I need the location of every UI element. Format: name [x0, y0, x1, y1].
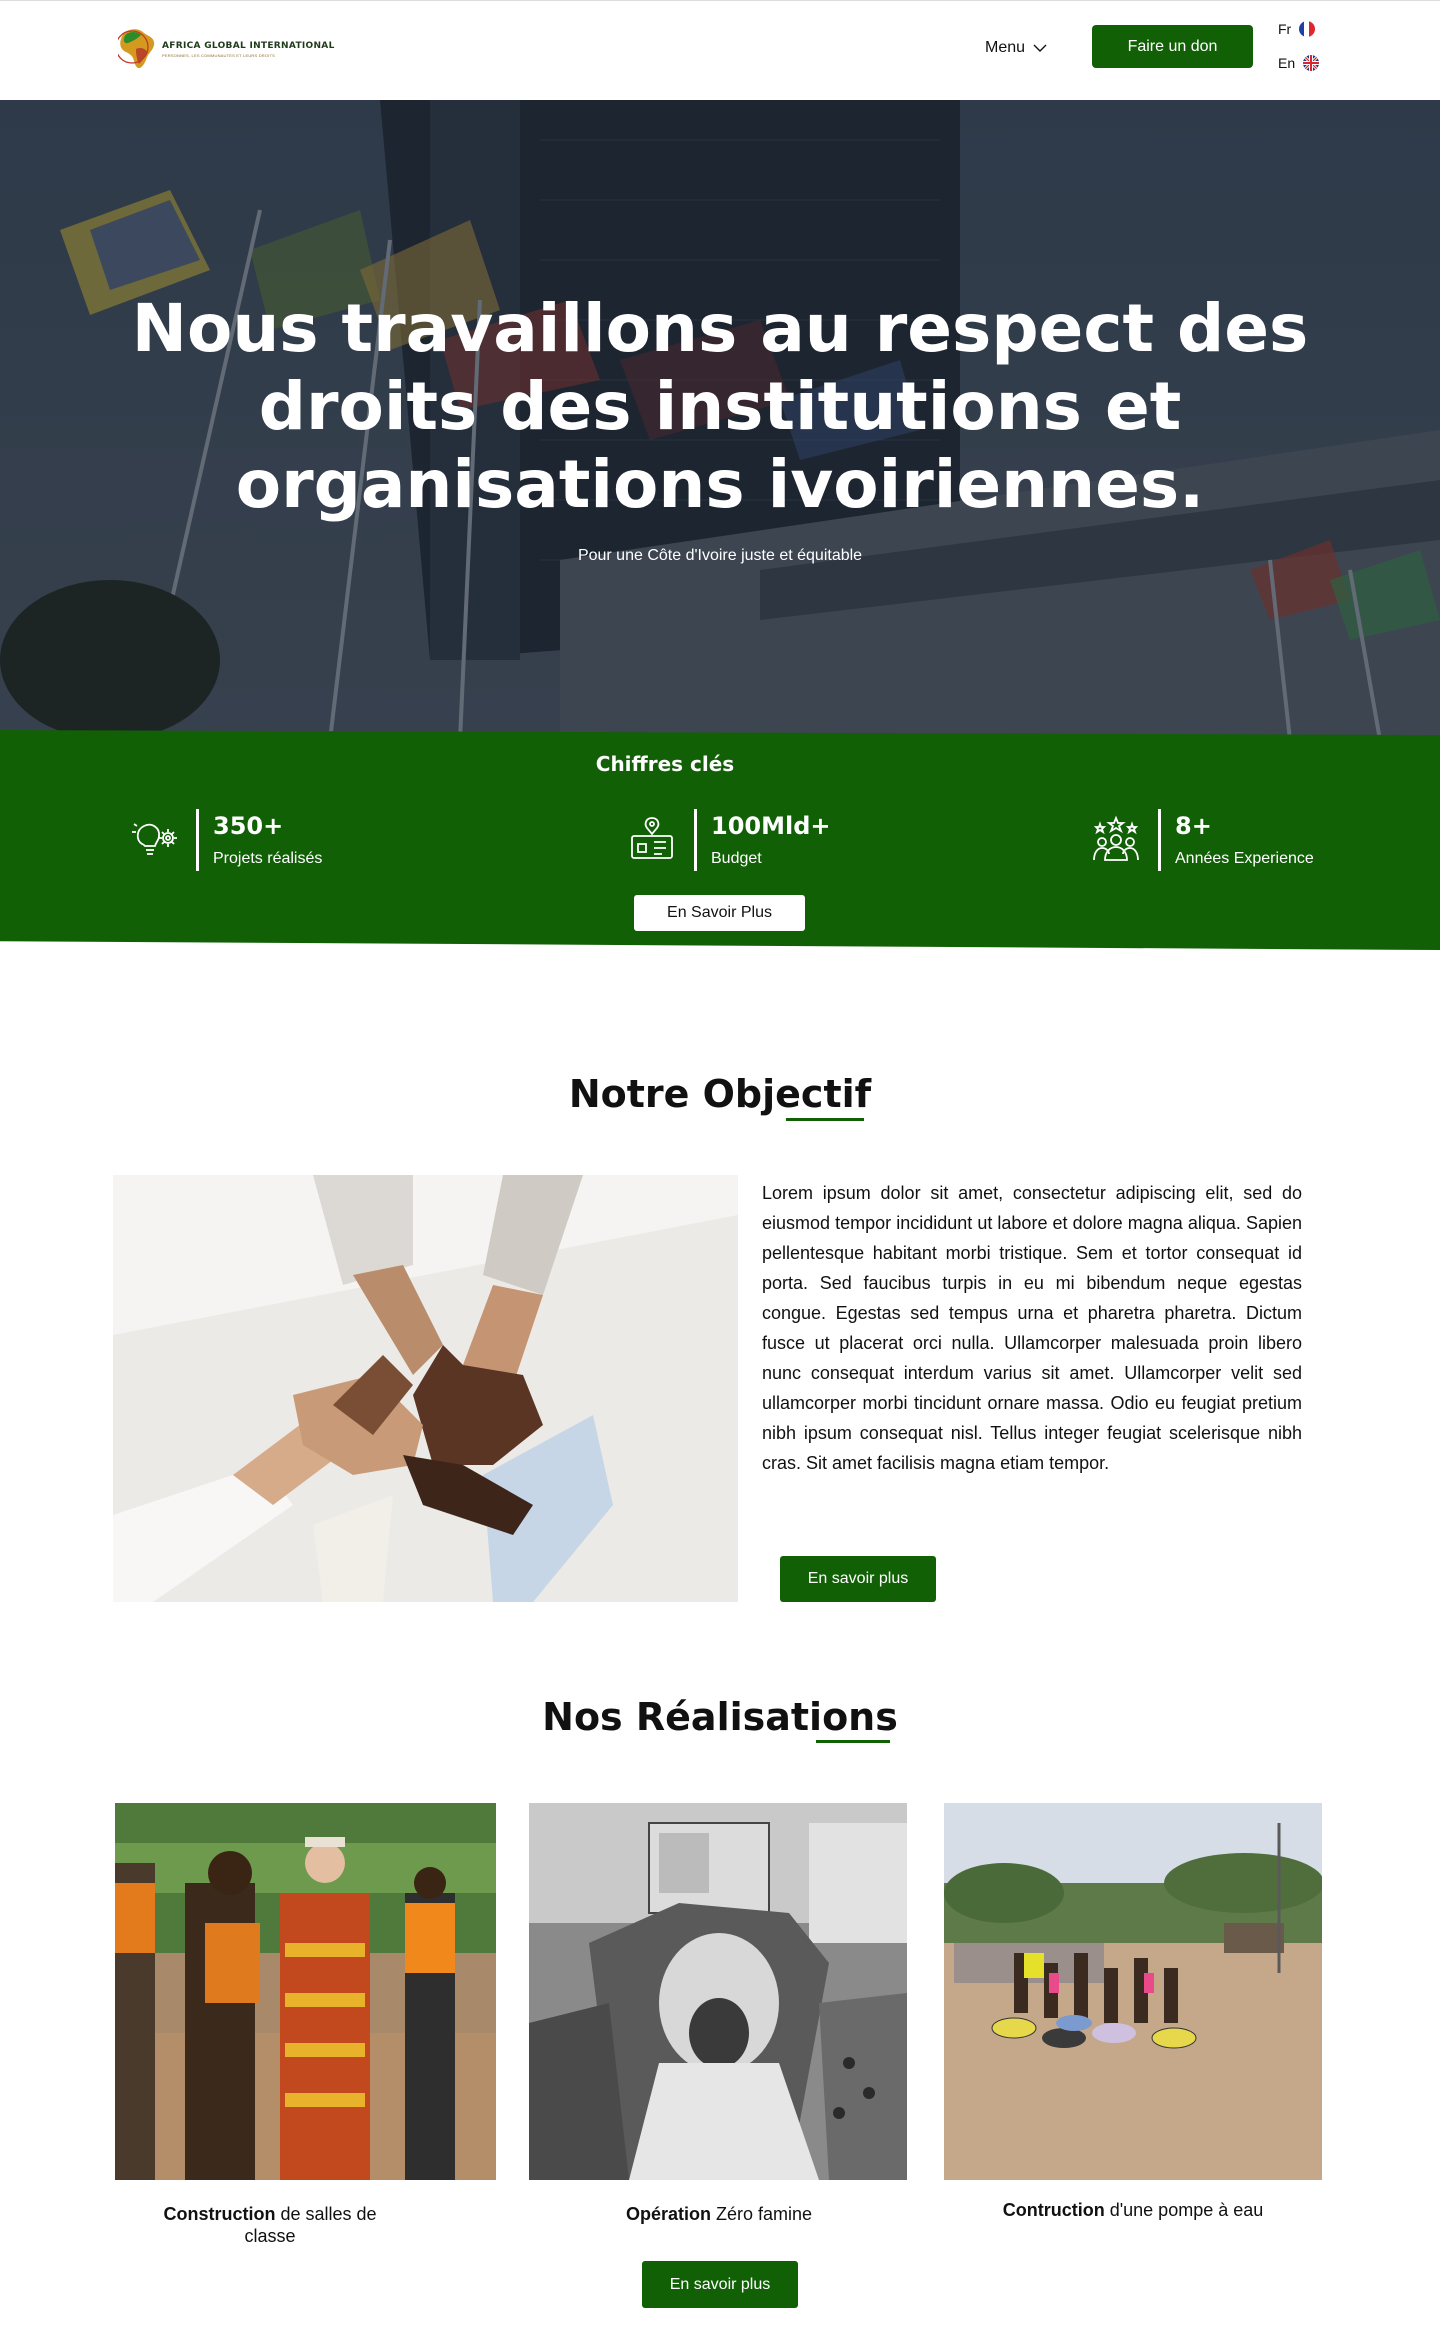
uk-flag-icon [1303, 55, 1320, 71]
stat-value: 100Mld+ [711, 812, 831, 840]
chevron-down-icon [1033, 44, 1047, 52]
caption-bold: Opération [625, 2204, 711, 2224]
lightbulb-gear-icon [132, 823, 177, 855]
stat-divider [694, 809, 697, 871]
stat-value: 8+ [1175, 812, 1212, 840]
objective-section-title: Notre Objectif [568, 1072, 872, 1116]
food-distribution-photo [529, 1803, 907, 2180]
classroom-ceremony-photo [115, 1803, 496, 2180]
site-header: AFRICA GLOBAL INTERNATIONAL PERSONNES, L… [0, 0, 1440, 100]
achievements-section-title: Nos Réalisations [542, 1695, 898, 1739]
achievement-image-classrooms[interactable] [115, 1803, 496, 2180]
objective-text: Lorem ipsum dolor sit amet, consectetur … [762, 1183, 1302, 1473]
hero-banner: Nous travaillons au respect des droits d… [0, 100, 1440, 740]
title-underline [786, 1118, 864, 1121]
achievement-image-water-pump[interactable] [944, 1803, 1322, 2180]
title-underline [816, 1740, 890, 1743]
stat-experience: 8+ Années Experience [1090, 808, 1314, 872]
key-figures-title: Chiffres clés [595, 752, 735, 776]
hero-title: Nous travaillons au respect des droits d… [131, 290, 1309, 523]
stat-divider [196, 809, 199, 871]
caption-bold: Contruction [1002, 2200, 1105, 2220]
stat-label: Budget [711, 850, 762, 867]
menu-toggle[interactable]: Menu [985, 39, 1047, 57]
language-en[interactable]: En [1278, 55, 1320, 71]
hands-illustration [113, 1175, 738, 1602]
stat-projects: 350+ Projets réalisés [128, 808, 322, 872]
hero-subtitle: Pour une Côte d'Ivoire juste et équitabl… [577, 547, 863, 564]
language-code: En [1278, 55, 1296, 71]
stat-label: Années Experience [1175, 850, 1314, 867]
caption-bold: Construction [163, 2204, 276, 2224]
logo-name: AFRICA GLOBAL INTERNATIONAL [162, 40, 335, 51]
achievement-caption: Construction de salles de classe [150, 2203, 390, 2247]
france-flag-icon [1299, 21, 1316, 37]
achievement-caption: Opération Zéro famine [569, 2203, 869, 2225]
menu-label: Menu [985, 39, 1026, 56]
site-logo[interactable]: AFRICA GLOBAL INTERNATIONAL PERSONNES, L… [118, 27, 335, 71]
stat-divider [1158, 809, 1161, 871]
logo-tagline: PERSONNES, LES COMMUNAUTES ET LEURS DROI… [162, 52, 276, 58]
water-pump-photo [944, 1803, 1322, 2180]
africa-map-icon [118, 29, 155, 69]
caption-rest: Zéro famine [710, 2204, 813, 2224]
donate-button[interactable]: Faire un don [1092, 25, 1253, 68]
language-fr[interactable]: Fr [1278, 21, 1316, 37]
key-figures-band: Chiffres clés 350+ Projets réalisés 100M… [0, 730, 1440, 950]
stat-value: 350+ [213, 812, 284, 840]
joined-hands-image [113, 1175, 738, 1602]
caption-rest: d'une pompe à eau [1104, 2200, 1264, 2220]
learn-more-button[interactable]: En Savoir Plus [634, 895, 805, 931]
language-code: Fr [1278, 21, 1292, 37]
team-stars-icon [1093, 815, 1139, 861]
stat-budget: 100Mld+ Budget [626, 808, 831, 872]
objective-learn-more-button[interactable]: En savoir plus [780, 1556, 936, 1602]
achievements-learn-more-button[interactable]: En savoir plus [642, 2261, 798, 2308]
stat-label: Projets réalisés [213, 850, 323, 867]
achievement-image-famine[interactable] [529, 1803, 907, 2180]
budget-map-icon [631, 817, 673, 859]
achievement-caption: Contruction d'une pompe à eau [1002, 2199, 1264, 2221]
